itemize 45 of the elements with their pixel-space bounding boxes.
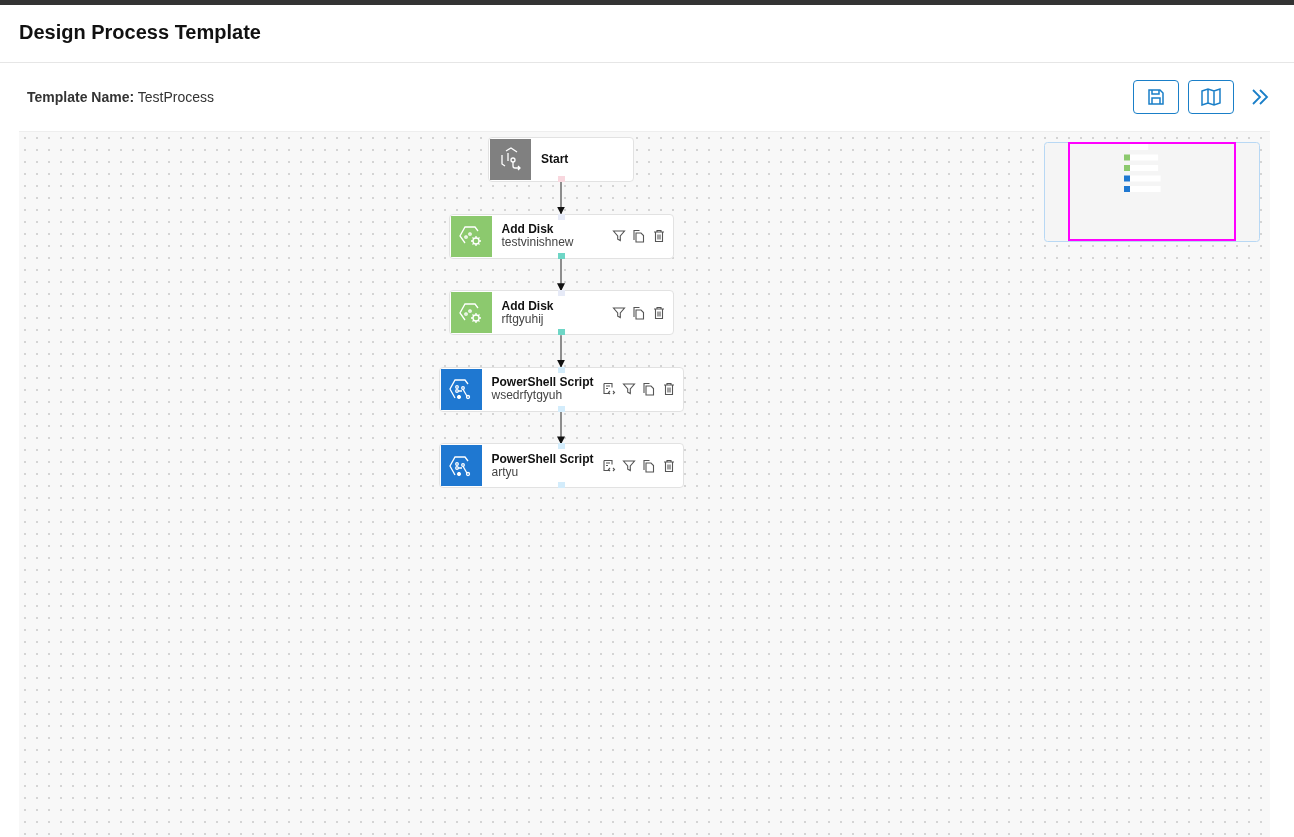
trash-icon[interactable] — [651, 305, 666, 320]
trash-icon[interactable] — [661, 382, 676, 397]
connector-arrow — [557, 181, 565, 215]
filter-icon[interactable] — [621, 382, 636, 397]
trash-icon[interactable] — [651, 229, 666, 244]
trash-icon[interactable] — [661, 458, 676, 473]
input-port[interactable] — [558, 443, 565, 450]
node-title: Add Disk — [501, 299, 555, 313]
connector-arrow — [557, 334, 565, 368]
page-title: Design Process Template — [18, 20, 262, 44]
script-icon[interactable] — [601, 458, 616, 473]
input-port[interactable] — [558, 366, 565, 373]
node-title: Add Disk — [501, 223, 555, 237]
copy-icon[interactable] — [641, 458, 656, 473]
copy-icon[interactable] — [631, 229, 646, 244]
node-title: PowerShell Script — [491, 452, 595, 466]
expand-button[interactable] — [1250, 88, 1270, 106]
map-button[interactable] — [1188, 80, 1234, 114]
map-icon — [1201, 88, 1221, 106]
filter-icon[interactable] — [621, 458, 636, 473]
template-name: Template Name: TestProcess — [27, 89, 215, 105]
copy-icon[interactable] — [631, 305, 646, 320]
filter-icon[interactable] — [611, 229, 626, 244]
input-port[interactable] — [558, 290, 565, 297]
connector-arrow — [557, 258, 565, 292]
node-subtitle: testvinishnew — [501, 236, 575, 250]
script-icon[interactable] — [601, 382, 616, 397]
node-title: Start — [541, 153, 570, 166]
copy-icon[interactable] — [641, 382, 656, 397]
filter-icon[interactable] — [611, 305, 626, 320]
process-node[interactable]: PowerShell Script wsedrfytgyuh — [438, 366, 684, 412]
process-node[interactable]: Add Disk rftgyuhij — [448, 290, 674, 336]
minimap-drawing[interactable] — [1044, 142, 1260, 242]
save-icon — [1147, 88, 1165, 106]
input-port[interactable] — [558, 213, 565, 220]
save-button[interactable] — [1133, 80, 1179, 114]
node-subtitle: rftgyuhij — [501, 312, 545, 326]
node-subtitle: artyu — [491, 465, 520, 479]
process-node[interactable]: PowerShell Script artyu — [438, 443, 684, 489]
double-chevron-icon — [1250, 88, 1270, 106]
node-subtitle: wsedrfytgyuh — [491, 389, 563, 403]
process-node[interactable]: Start — [488, 137, 634, 182]
connector-arrow — [557, 411, 565, 445]
node-title: PowerShell Script — [491, 376, 595, 390]
process-node[interactable]: Add Disk testvinishnew — [448, 213, 674, 259]
